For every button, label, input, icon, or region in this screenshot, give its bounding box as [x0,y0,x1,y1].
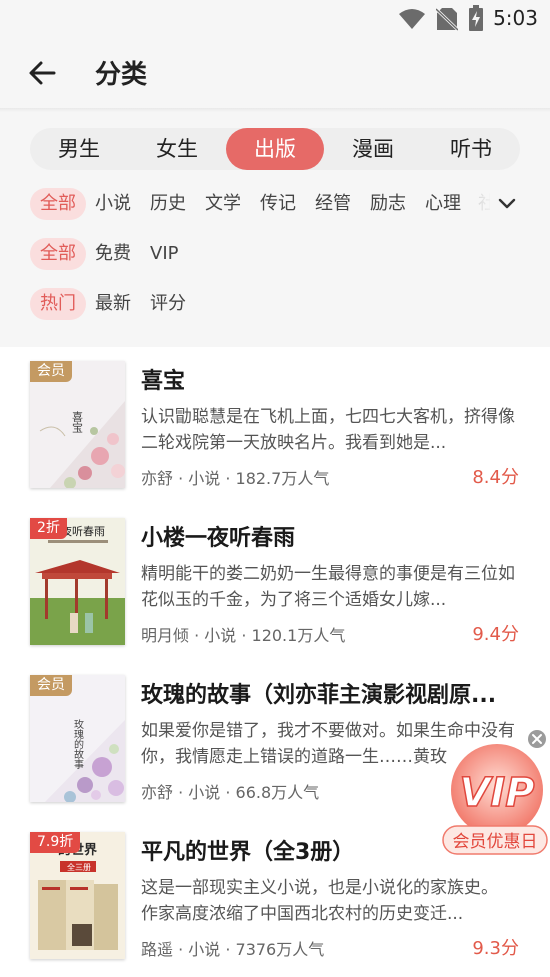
status-time: 5:03 [493,6,538,30]
tab-comics[interactable]: 漫画 [324,128,422,170]
svg-text:喜宝: 喜宝 [71,411,84,433]
close-icon[interactable] [528,730,546,748]
filter-category-biography[interactable]: 传记 [260,188,296,220]
book-title: 小楼一夜听春雨 [141,526,296,551]
tab-boys[interactable]: 男生 [30,128,128,170]
filter-price-vip[interactable]: VIP [150,238,178,270]
svg-text:全三册: 全三册 [67,862,91,872]
wifi-icon [398,8,426,34]
discount-badge: 7.9折 [30,832,81,853]
svg-text:玫瑰的故事: 玫瑰的故事 [72,718,84,769]
book-meta: 明月倾 · 小说 · 120.1万人气 [141,626,346,645]
battery-charging-icon [468,5,484,35]
book-meta: 亦舒 · 小说 · 66.8万人气 [141,783,320,802]
list-item[interactable]: 一夜听春雨 2折 小楼一夜听春雨 精明能干的娄二奶奶一生最得意的事便是有三位如花… [0,504,550,645]
back-arrow-icon [29,61,56,85]
book-meta: 路遥 · 小说 · 7376万人气 [141,940,325,959]
tab-publishing[interactable]: 出版 [226,128,324,170]
page-title: 分类 [95,60,148,90]
book-description: 精明能干的娄二奶奶一生最得意的事便是有三位如花似玉的千金，为了将三个适婚女儿嫁.… [141,564,515,610]
discount-badge: 2折 [30,518,67,539]
book-title: 玫瑰的故事（刘亦菲主演影视剧原... [141,683,497,708]
vip-promo-badge: VIP 会员优惠日 [442,744,548,855]
filter-category-all[interactable]: 全部 [30,188,86,220]
member-badge: 会员 [30,361,72,382]
filter-category-novel[interactable]: 小说 [95,188,131,220]
filter-category-literature[interactable]: 文学 [205,188,241,220]
book-cover: 的世界 全三册 7.9折 [30,832,125,959]
vip-promo-float[interactable]: VIP 会员优惠日 [441,730,549,858]
book-description: 这是一部现实主义小说，也是小说化的家族史。 作家高度浓缩了中国西北农村的历史变迁… [141,878,498,924]
filter-sort-newest[interactable]: 最新 [95,288,131,320]
fade-mask [470,188,496,220]
filter-category-history[interactable]: 历史 [150,188,186,220]
header-divider [0,108,550,112]
filter-price-free[interactable]: 免费 [95,238,131,270]
back-button[interactable] [26,56,60,90]
filter-price-all[interactable]: 全部 [30,238,86,270]
header: 分类 [0,38,550,110]
book-meta: 亦舒 · 小说 · 182.7万人气 [141,469,330,488]
book-description: 认识勖聪慧是在飞机上面，七四七大客机，挤得像二轮戏院第一天放映名片。我看到她是.… [141,407,515,453]
price-filter-row: 全部 免费 VIP [0,238,550,274]
member-badge: 会员 [30,675,72,696]
book-cover: 玫瑰的故事 会员 [30,675,125,802]
book-score: 8.4分 [472,467,519,488]
list-item[interactable]: 喜宝 会员 喜宝 认识勖聪慧是在飞机上面，七四七大客机，挤得像二轮戏院第一天放映… [0,347,550,488]
book-cover: 一夜听春雨 2折 [30,518,125,645]
filter-category-management[interactable]: 经管 [315,188,351,220]
book-score: 9.3分 [472,938,519,959]
tab-girls[interactable]: 女生 [128,128,226,170]
filter-sort-rating[interactable]: 评分 [150,288,186,320]
status-bar: 5:03 [0,0,550,38]
category-filter-row: 全部 小说 历史 文学 传记 经管 励志 心理 社 [0,188,550,224]
sort-filter-row: 热门 最新 评分 [0,288,550,324]
book-title: 喜宝 [141,369,186,394]
no-sim-icon [434,7,460,35]
book-cover: 喜宝 会员 [30,361,125,488]
main-tabs: 男生 女生 出版 漫画 听书 [30,128,520,170]
filter-category-psychology[interactable]: 心理 [425,188,461,220]
chevron-down-icon[interactable] [497,196,517,212]
book-score: 9.4分 [472,624,519,645]
filter-category-inspiration[interactable]: 励志 [370,188,406,220]
filter-sort-hot[interactable]: 热门 [30,288,86,320]
svg-text:VIP: VIP [459,770,534,816]
tab-audiobooks[interactable]: 听书 [422,128,520,170]
svg-text:会员优惠日: 会员优惠日 [453,832,538,852]
